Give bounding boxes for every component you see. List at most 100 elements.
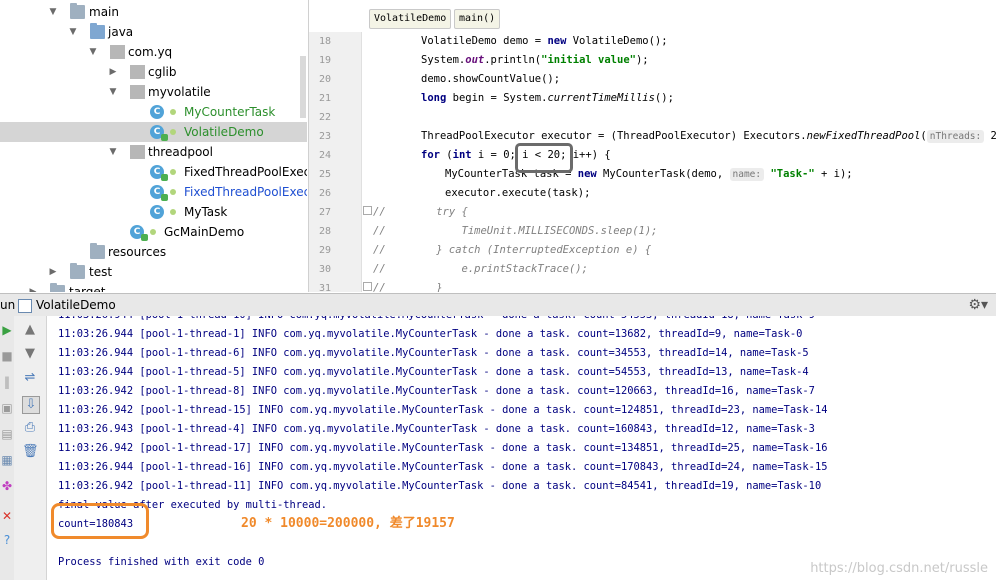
pin-icon[interactable]: ✤ bbox=[0, 478, 14, 494]
visibility-icon bbox=[170, 129, 176, 135]
project-tree: ▼ main ▼ java ▼ com.yq ▶ cglib ▼ myvolat… bbox=[0, 0, 307, 292]
chevron-down-icon[interactable]: ▼ bbox=[68, 22, 78, 42]
tree-item-label: java bbox=[108, 25, 134, 39]
chevron-down-icon[interactable]: ▼ bbox=[88, 42, 98, 62]
run-config-icon bbox=[18, 299, 32, 313]
console-output[interactable]: 11:03:26.944 [pool-1-thread-10] INFO com… bbox=[47, 316, 996, 580]
line-number: 23 bbox=[318, 131, 331, 142]
line-number: 31 bbox=[318, 283, 331, 292]
tree-item-label: VolatileDemo bbox=[184, 125, 264, 139]
code-line-21: long begin = System.currentTimeMillis(); bbox=[421, 92, 674, 104]
line-number: 21 bbox=[318, 93, 331, 104]
log-line: 11:03:26.942 [pool-1-thread-15] INFO com… bbox=[58, 404, 828, 416]
folder-icon bbox=[70, 263, 85, 279]
tree-item-resources[interactable]: resources bbox=[0, 242, 307, 262]
print-icon[interactable]: ⎙ bbox=[22, 420, 38, 436]
log-line: 11:03:26.944 [pool-1-thread-5] INFO com.… bbox=[58, 366, 809, 378]
gear-icon[interactable]: ⚙▾ bbox=[968, 296, 988, 314]
tree-item-cglib[interactable]: ▶ cglib bbox=[0, 62, 307, 82]
line-gutter: 18 19 20 21 22 23 24 25 26 27 28 29 30 3… bbox=[309, 32, 362, 292]
dump-icon[interactable]: ▣ bbox=[0, 400, 14, 416]
restore-layout-icon[interactable]: ▦ bbox=[0, 452, 14, 468]
tree-item-myvolatile[interactable]: ▼ myvolatile bbox=[0, 82, 307, 102]
code-line-25: MyCounterTask task = new MyCounterTask(d… bbox=[445, 168, 853, 181]
code-editor[interactable]: VolatileDemo main() 18 19 20 21 22 23 24… bbox=[308, 0, 996, 292]
visibility-icon bbox=[150, 229, 156, 235]
package-icon bbox=[130, 145, 145, 159]
chevron-down-icon[interactable]: ▼ bbox=[108, 82, 118, 102]
trash-icon[interactable]: 🗑 bbox=[22, 444, 39, 460]
code-line-23: ThreadPoolExecutor executor = (ThreadPoo… bbox=[421, 127, 996, 146]
help-icon[interactable]: ? bbox=[0, 532, 14, 548]
package-icon bbox=[130, 85, 145, 99]
annotation-text: 20 * 10000=200000, 差了19157 bbox=[241, 516, 455, 531]
parameter-hint: name: bbox=[729, 168, 765, 181]
tree-item-com-yq[interactable]: ▼ com.yq bbox=[0, 42, 307, 62]
run-tab-volatiledemo[interactable]: VolatileDemo bbox=[36, 294, 116, 316]
watermark: https://blog.csdn.net/russle bbox=[810, 561, 988, 576]
line-number: 30 bbox=[318, 264, 331, 275]
tree-item-target[interactable]: ▶ target bbox=[0, 282, 307, 292]
breadcrumb-method[interactable]: main() bbox=[454, 9, 501, 29]
arrow-up-icon[interactable]: ▲ bbox=[22, 322, 38, 338]
runnable-class-icon: C bbox=[150, 165, 168, 181]
visibility-icon bbox=[170, 109, 176, 115]
breadcrumb-class[interactable]: VolatileDemo bbox=[369, 9, 452, 29]
tree-scrollbar[interactable] bbox=[300, 56, 306, 118]
tree-item-threadpool[interactable]: ▼ threadpool bbox=[0, 142, 307, 162]
tree-item-label: threadpool bbox=[148, 145, 213, 159]
tree-item-label: MyCounterTask bbox=[184, 105, 276, 119]
visibility-icon bbox=[170, 169, 176, 175]
rerun-icon[interactable]: ▶ bbox=[0, 322, 14, 338]
chevron-right-icon[interactable]: ▶ bbox=[108, 62, 118, 82]
runnable-class-icon: C bbox=[130, 225, 148, 241]
run-toolbar: ▲ ▼ ⇌ ⇩ ⎙ 🗑 bbox=[14, 316, 47, 580]
log-line-partial: 11:03:26.944 [pool-1-thread-10] INFO com… bbox=[58, 316, 815, 325]
tree-item-fixedthreadpool-2[interactable]: C FixedThreadPoolExecut bbox=[0, 182, 307, 202]
package-icon bbox=[130, 65, 145, 79]
tree-item-gcmaindemo[interactable]: C GcMainDemo bbox=[0, 222, 307, 242]
tree-item-label: GcMainDemo bbox=[164, 225, 245, 239]
log-line: 11:03:26.943 [pool-1-thread-4] INFO com.… bbox=[58, 423, 815, 435]
tree-item-volatiledemo[interactable]: C VolatileDemo bbox=[0, 122, 307, 142]
tree-item-main[interactable]: ▼ main bbox=[0, 2, 307, 22]
runnable-class-icon: C bbox=[150, 125, 168, 141]
tree-item-fixedthreadpool-1[interactable]: C FixedThreadPoolExecut bbox=[0, 162, 307, 182]
tree-item-test[interactable]: ▶ test bbox=[0, 262, 307, 282]
soft-wrap-icon[interactable]: ⇌ bbox=[22, 370, 38, 386]
tree-item-mycountertask[interactable]: C MyCounterTask bbox=[0, 102, 307, 122]
line-number: 18 bbox=[318, 36, 331, 47]
log-line: 11:03:26.944 [pool-1-thread-1] INFO com.… bbox=[58, 328, 803, 340]
count-highlight bbox=[51, 503, 149, 539]
chevron-right-icon[interactable]: ▶ bbox=[28, 282, 38, 292]
fold-marker-icon[interactable] bbox=[363, 206, 372, 215]
tree-item-label: cglib bbox=[148, 65, 177, 79]
chevron-right-icon[interactable]: ▶ bbox=[48, 262, 58, 282]
close-icon[interactable]: ✕ bbox=[0, 508, 14, 524]
scroll-to-end-icon[interactable]: ⇩ bbox=[22, 396, 40, 414]
line-number: 19 bbox=[318, 55, 331, 66]
exit-line: Process finished with exit code 0 bbox=[58, 556, 265, 568]
package-icon bbox=[110, 45, 125, 59]
loop-condition-highlight bbox=[515, 143, 573, 173]
fold-marker-icon[interactable] bbox=[363, 282, 372, 291]
settings-icon[interactable]: ▤ bbox=[0, 426, 14, 442]
chevron-down-icon[interactable]: ▼ bbox=[48, 2, 58, 22]
tree-item-mytask[interactable]: C MyTask bbox=[0, 202, 307, 222]
log-line: 11:03:26.942 [pool-1-thread-17] INFO com… bbox=[58, 442, 828, 454]
tree-item-java[interactable]: ▼ java bbox=[0, 22, 307, 42]
arrow-down-icon[interactable]: ▼ bbox=[22, 346, 38, 362]
line-number: 22 bbox=[318, 112, 331, 123]
code-line-26: executor.execute(task); bbox=[445, 187, 591, 199]
class-icon: C bbox=[150, 105, 164, 119]
pause-icon[interactable]: ‖ bbox=[0, 374, 14, 390]
line-number: 24 bbox=[318, 150, 331, 161]
tree-item-label: FixedThreadPoolExecut bbox=[184, 165, 307, 179]
tree-item-label: main bbox=[89, 5, 119, 19]
runnable-class-icon: C bbox=[150, 185, 168, 201]
stop-icon[interactable]: ■ bbox=[0, 348, 14, 364]
run-side-strip: ▶ ■ ‖ ▣ ▤ ▦ ✤ ✕ ? bbox=[0, 316, 15, 580]
class-icon: C bbox=[150, 205, 164, 219]
chevron-down-icon[interactable]: ▼ bbox=[108, 142, 118, 162]
line-number: 20 bbox=[318, 74, 331, 85]
